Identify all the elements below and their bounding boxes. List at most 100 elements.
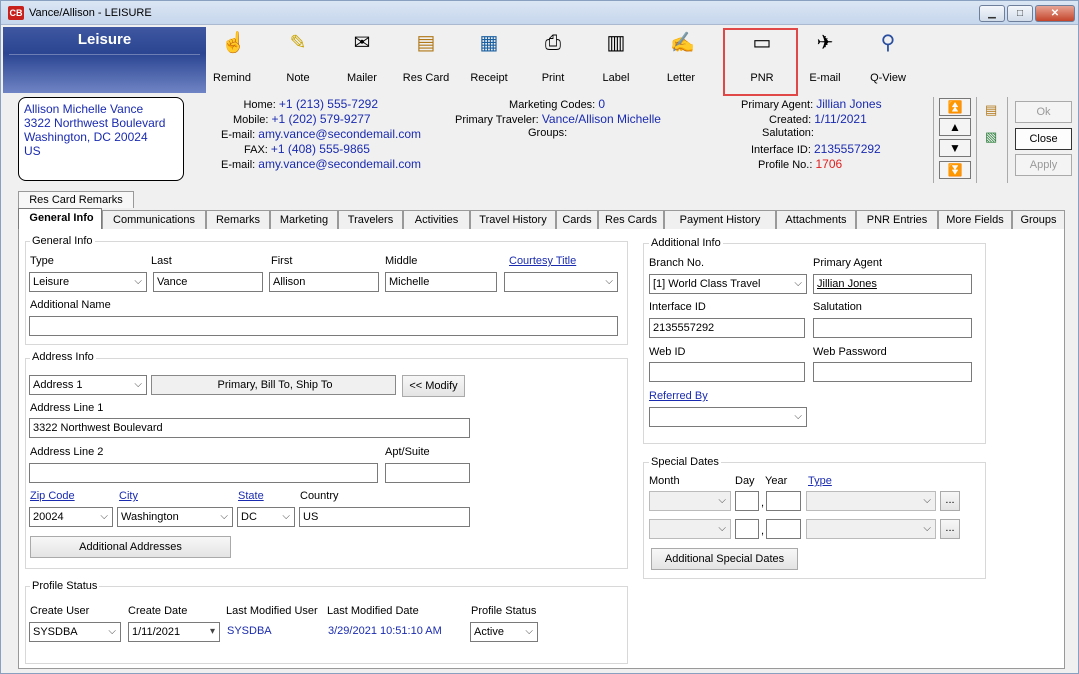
create-user-select[interactable]: SYSDBA ⌵ <box>29 622 121 642</box>
type-select[interactable]: Leisure ⌵ <box>29 272 147 292</box>
tab-remarks[interactable]: Remarks <box>206 210 270 230</box>
email-button[interactable]: ✈ E-mail <box>799 27 851 93</box>
email-value: amy.vance@secondemail.com <box>258 127 421 141</box>
note-button[interactable]: ✎ Note <box>272 27 324 93</box>
chevron-down-icon: ⌵ <box>794 278 802 289</box>
letter-button[interactable]: ✍ Letter <box>655 27 707 93</box>
date-type-select-2[interactable]: ⌵ <box>806 519 936 539</box>
last-name-input[interactable]: Vance <box>153 272 263 292</box>
groups-label: Groups: <box>528 127 568 139</box>
date-type-select-1[interactable]: ⌵ <box>806 491 936 511</box>
courtesy-title-select[interactable]: ⌵ <box>504 272 618 292</box>
day-input-1[interactable] <box>735 491 759 511</box>
address-summary-box: Allison Michelle Vance 3322 Northwest Bo… <box>18 97 184 181</box>
web-password-input[interactable] <box>813 362 972 382</box>
address-select-value: Address 1 <box>33 379 83 391</box>
referred-by-link[interactable]: Referred By <box>649 390 708 402</box>
modify-button[interactable]: << Modify <box>402 375 465 397</box>
middle-name-input[interactable]: Michelle <box>385 272 497 292</box>
profile-status-select[interactable]: Active ⌵ <box>470 622 538 642</box>
city-select[interactable]: Washington ⌵ <box>117 507 233 527</box>
tab-cards[interactable]: Cards <box>556 210 598 230</box>
create-date-picker[interactable]: 1/11/2021 ▾ <box>128 622 220 642</box>
close-button[interactable]: Close <box>1015 128 1072 150</box>
email2-value: amy.vance@secondemail.com <box>258 157 421 171</box>
date-more-button-1[interactable]: ... <box>940 491 960 511</box>
apt-suite-label: Apt/Suite <box>385 446 430 458</box>
salutation-field-label: Salutation <box>813 301 862 313</box>
first-record-button[interactable]: ⏫ <box>939 98 971 116</box>
additional-name-input[interactable] <box>29 316 618 336</box>
tab-general-info[interactable]: General Info <box>18 208 102 230</box>
tab-travel-history[interactable]: Travel History <box>470 210 556 230</box>
apt-suite-input[interactable] <box>385 463 470 483</box>
previous-record-button[interactable]: ▲ <box>939 118 971 136</box>
address-select[interactable]: Address 1 ⌵ <box>29 375 147 395</box>
receipt-button[interactable]: ▦ Receipt <box>463 27 515 93</box>
apply-button[interactable]: Apply <box>1015 154 1072 176</box>
print-button[interactable]: ⎙ Print <box>527 27 579 93</box>
next-record-button[interactable]: ▼ <box>939 139 971 157</box>
month-select-2[interactable]: ⌵ <box>649 519 731 539</box>
tab-payment-history[interactable]: Payment History <box>664 210 776 230</box>
chevron-down-icon: ⌵ <box>605 276 613 287</box>
res-card-side-icon[interactable]: ▤ <box>985 102 1001 118</box>
courtesy-title-link[interactable]: Courtesy Title <box>509 255 576 267</box>
letter-icon: ✍ <box>670 32 695 54</box>
tab-groups[interactable]: Groups <box>1012 210 1065 230</box>
type-link[interactable]: Type <box>808 475 832 487</box>
additional-special-dates-button[interactable]: Additional Special Dates <box>651 548 798 570</box>
q-view-button[interactable]: ⚲ Q-View <box>862 27 914 93</box>
maximize-button[interactable]: □ <box>1007 5 1033 22</box>
day-input-2[interactable] <box>735 519 759 539</box>
tab-res-cards[interactable]: Res Cards <box>598 210 664 230</box>
first-name-input[interactable]: Allison <box>269 272 379 292</box>
notes-side-icon[interactable]: ▧ <box>985 129 1001 145</box>
minimize-button[interactable]: ▁ <box>979 5 1005 22</box>
tab-res-card-remarks[interactable]: Res Card Remarks <box>18 191 134 208</box>
type-value: Leisure <box>33 276 70 288</box>
zip-code-select[interactable]: 20024 ⌵ <box>29 507 113 527</box>
marketing-codes: Marketing Codes: 0 <box>509 97 605 111</box>
fax-label: FAX: <box>244 144 268 156</box>
profile-status-title: Profile Status <box>30 580 100 592</box>
address-line2-input[interactable] <box>29 463 378 483</box>
month-select-1[interactable]: ⌵ <box>649 491 731 511</box>
country-input[interactable]: US <box>299 507 470 527</box>
chevron-down-icon: ⌵ <box>220 511 228 522</box>
state-select[interactable]: DC ⌵ <box>237 507 295 527</box>
city-link[interactable]: City <box>119 490 138 502</box>
additional-addresses-button[interactable]: Additional Addresses <box>30 536 231 558</box>
year-input-1[interactable] <box>766 491 801 511</box>
state-link[interactable]: State <box>238 490 264 502</box>
remind-button[interactable]: ☝ Remind <box>206 27 258 93</box>
web-id-input[interactable] <box>649 362 805 382</box>
tab-activities[interactable]: Activities <box>403 210 470 230</box>
title-bar: CB Vance/Allison - LEISURE ▁ □ ✕ <box>1 1 1078 25</box>
year-input-2[interactable] <box>766 519 801 539</box>
salutation-input[interactable] <box>813 318 972 338</box>
toolbar-label: Letter <box>666 72 696 84</box>
address-line1-input[interactable]: 3322 Northwest Boulevard <box>29 418 470 438</box>
mailer-button[interactable]: ✉ Mailer <box>336 27 388 93</box>
tab-communications[interactable]: Communications <box>102 210 206 230</box>
tab-pnr-entries[interactable]: PNR Entries <box>856 210 938 230</box>
last-record-button[interactable]: ⏬ <box>939 161 971 179</box>
primary-agent-input[interactable]: Jillian Jones <box>813 274 972 294</box>
toolbar-label: Print <box>541 72 565 84</box>
close-window-button[interactable]: ✕ <box>1035 5 1075 22</box>
tab-attachments[interactable]: Attachments <box>776 210 856 230</box>
ok-button[interactable]: Ok <box>1015 101 1072 123</box>
tab-travelers[interactable]: Travelers <box>338 210 403 230</box>
tab-marketing[interactable]: Marketing <box>270 210 338 230</box>
date-more-button-2[interactable]: ... <box>940 519 960 539</box>
interface-id-input[interactable]: 2135557292 <box>649 318 805 338</box>
branch-select[interactable]: [1] World Class Travel ⌵ <box>649 274 807 294</box>
last-modified-user-label: Last Modified User <box>226 605 318 617</box>
zip-code-link[interactable]: Zip Code <box>30 490 75 502</box>
tab-more-fields[interactable]: More Fields <box>938 210 1012 230</box>
label-button[interactable]: ▥ Label <box>590 27 642 93</box>
res-card-button[interactable]: ▤ Res Card <box>400 27 452 93</box>
referred-by-select[interactable]: ⌵ <box>649 407 807 427</box>
comma-separator: , <box>761 525 765 537</box>
